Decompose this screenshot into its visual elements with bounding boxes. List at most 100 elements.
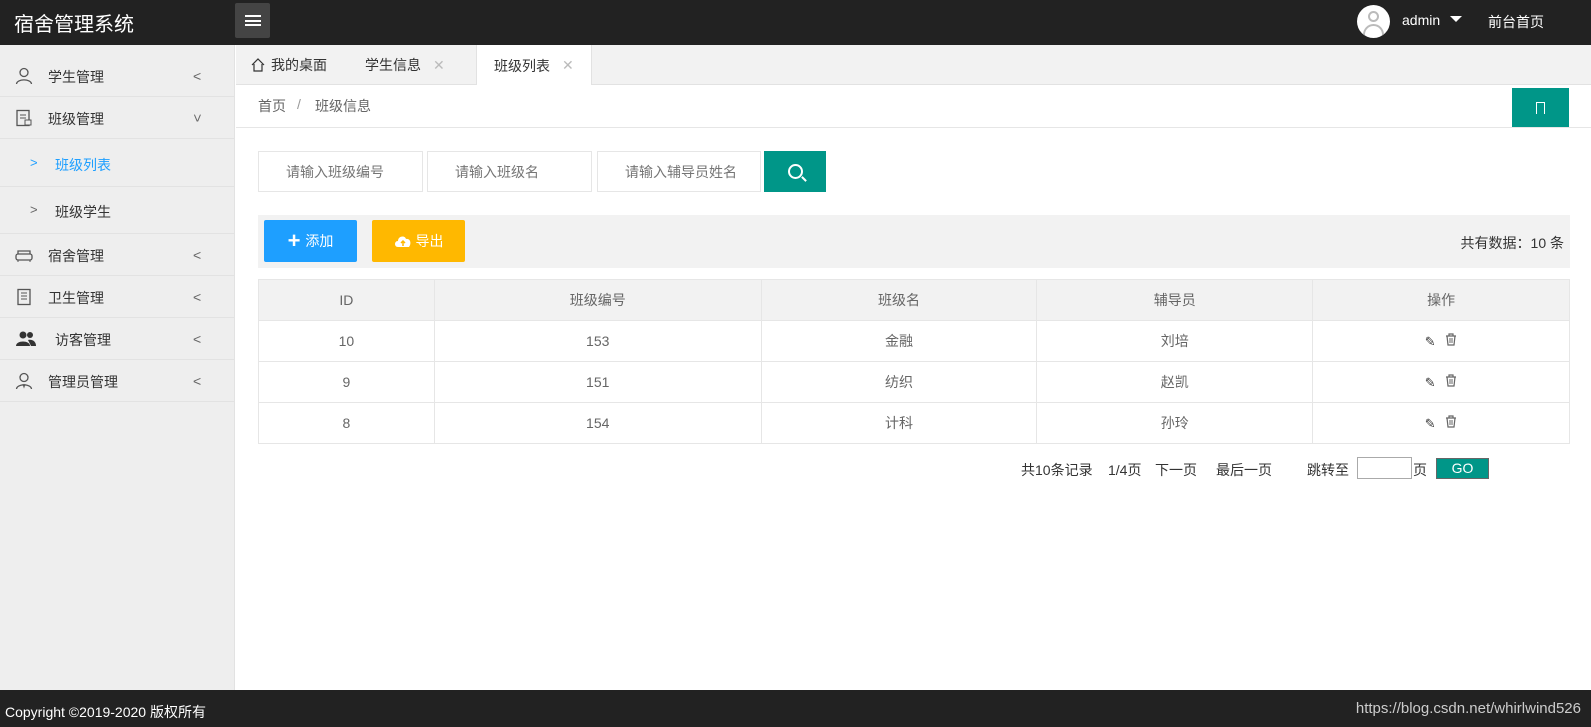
column-header-counselor: 辅导员: [1036, 279, 1314, 321]
chevron-right-icon: >: [30, 202, 38, 217]
menu-toggle-button[interactable]: [235, 3, 270, 38]
sidebar-item-admins[interactable]: 管理员管理 <: [0, 360, 235, 402]
breadcrumb-separator: /: [297, 96, 301, 112]
cell-actions: ✎: [1312, 402, 1570, 444]
admin-icon: [15, 372, 33, 390]
cell-id: 9: [258, 361, 435, 403]
cell-class-no: 153: [433, 320, 762, 362]
class-icon: [16, 109, 32, 127]
visitors-icon: [16, 331, 36, 346]
chevron-left-icon: <: [193, 68, 202, 84]
tab-label: 学生信息: [365, 57, 421, 73]
refresh-icon: [1536, 101, 1545, 114]
cell-class-name: 计科: [760, 402, 1038, 444]
sidebar-item-dorms[interactable]: 宿舍管理 <: [0, 234, 235, 276]
cell-class-no: 154: [433, 402, 762, 444]
sidebar-subitem-class-list[interactable]: > 班级列表: [0, 140, 235, 187]
class-table: ID 班级编号 班级名 辅导员 操作 10 153 金融 刘培 ✎ 9 151 …: [258, 279, 1570, 444]
chevron-left-icon: <: [193, 373, 202, 389]
pagination-records: 共10条记录: [1021, 462, 1093, 478]
sidebar-item-label: 管理员管理: [48, 374, 118, 390]
app-logo: 宿舍管理系统: [14, 14, 134, 36]
total-count: 共有数据：10 条: [1460, 235, 1564, 251]
class-no-search-input[interactable]: [258, 151, 423, 192]
column-header-id: ID: [258, 279, 435, 321]
sidebar-item-students[interactable]: 学生管理 <: [0, 55, 235, 97]
close-icon[interactable]: ✕: [562, 57, 574, 74]
last-page-link[interactable]: 最后一页: [1216, 460, 1272, 480]
cell-class-name: 金融: [760, 320, 1038, 362]
column-header-class-no: 班级编号: [433, 279, 762, 321]
search-icon: [787, 164, 803, 179]
chevron-left-icon: <: [193, 331, 202, 347]
add-button[interactable]: + 添加: [264, 220, 357, 262]
counselor-search-input[interactable]: [597, 151, 761, 192]
sidebar-subitem-label: 班级列表: [55, 157, 111, 173]
export-button[interactable]: 导出: [372, 220, 465, 262]
sidebar-item-label: 宿舍管理: [48, 248, 104, 264]
home-icon: [251, 58, 265, 72]
cell-class-no: 151: [433, 361, 762, 403]
cell-class-name: 纺织: [760, 361, 1038, 403]
sidebar-item-label: 学生管理: [48, 69, 104, 85]
chevron-down-icon: <: [189, 113, 206, 123]
refresh-button[interactable]: [1512, 88, 1569, 127]
sidebar-item-label: 访客管理: [55, 332, 111, 348]
cell-actions: ✎: [1312, 320, 1570, 362]
jump-page-input[interactable]: [1357, 457, 1412, 479]
chevron-left-icon: <: [193, 289, 202, 305]
front-home-link[interactable]: 前台首页: [1488, 12, 1544, 32]
table-row: 9 151 纺织 赵凯 ✎: [258, 361, 1570, 403]
breadcrumb-current: 班级信息: [315, 98, 371, 114]
next-page-link[interactable]: 下一页: [1155, 460, 1197, 480]
sidebar-subitem-class-students[interactable]: > 班级学生: [0, 187, 235, 234]
column-header-class-name: 班级名: [760, 279, 1038, 321]
top-header: 宿舍管理系统 admin 前台首页: [0, 0, 1591, 45]
pagination-page: 1/4页: [1108, 462, 1142, 478]
table-row: 10 153 金融 刘培 ✎: [258, 320, 1570, 362]
trash-icon[interactable]: [1445, 332, 1457, 346]
sidebar-item-label: 班级管理: [48, 111, 104, 127]
hamburger-icon: [244, 15, 261, 26]
tab-label: 我的桌面: [271, 57, 327, 73]
user-icon: [15, 67, 33, 85]
page-unit-label: 页: [1413, 462, 1427, 478]
cell-counselor: 赵凯: [1036, 361, 1314, 403]
cell-actions: ✎: [1312, 361, 1570, 403]
edit-icon[interactable]: ✎: [1425, 416, 1436, 432]
breadcrumb-home[interactable]: 首页: [258, 96, 286, 116]
toolbar: + 添加 导出 共有数据：10 条: [258, 215, 1570, 268]
jump-to-label: 跳转至: [1307, 462, 1349, 478]
sidebar-item-classes[interactable]: 班级管理 <: [0, 97, 235, 139]
column-header-actions: 操作: [1312, 279, 1570, 321]
cell-counselor: 孙玲: [1036, 402, 1314, 444]
user-menu[interactable]: admin: [1402, 12, 1440, 28]
edit-icon[interactable]: ✎: [1425, 334, 1436, 350]
breadcrumb: 首页 / 班级信息: [236, 85, 1591, 128]
caret-down-icon[interactable]: [1450, 16, 1462, 22]
sidebar: 学生管理 < 班级管理 < > 班级列表 > 班级学生 宿舍管理 < 卫生管理 …: [0, 45, 235, 690]
tab-class-list[interactable]: 班级列表 ✕: [476, 45, 592, 86]
trash-icon[interactable]: [1445, 414, 1457, 428]
tab-student-info[interactable]: 学生信息 ✕: [365, 45, 445, 85]
sidebar-subitem-label: 班级学生: [55, 204, 111, 220]
trash-icon[interactable]: [1445, 373, 1457, 387]
tab-label: 班级列表: [494, 57, 550, 74]
tab-bar: 我的桌面 学生信息 ✕ 班级列表 ✕: [236, 45, 1591, 86]
table-header-row: ID 班级编号 班级名 辅导员 操作: [258, 279, 1570, 321]
sidebar-item-visitors[interactable]: 访客管理 <: [0, 318, 235, 360]
avatar[interactable]: [1357, 5, 1390, 38]
close-icon[interactable]: ✕: [433, 57, 445, 74]
chevron-left-icon: <: [193, 247, 202, 263]
go-button[interactable]: GO: [1436, 458, 1489, 479]
export-button-label: 导出: [415, 233, 444, 249]
tab-desktop[interactable]: 我的桌面: [250, 45, 327, 85]
edit-icon[interactable]: ✎: [1425, 375, 1436, 391]
cell-id: 10: [258, 320, 435, 362]
search-button[interactable]: [764, 151, 826, 192]
sidebar-item-label: 卫生管理: [48, 290, 104, 306]
plus-icon: +: [287, 228, 301, 253]
class-name-search-input[interactable]: [427, 151, 592, 192]
sidebar-item-hygiene[interactable]: 卫生管理 <: [0, 276, 235, 318]
table-row: 8 154 计科 孙玲 ✎: [258, 402, 1570, 444]
